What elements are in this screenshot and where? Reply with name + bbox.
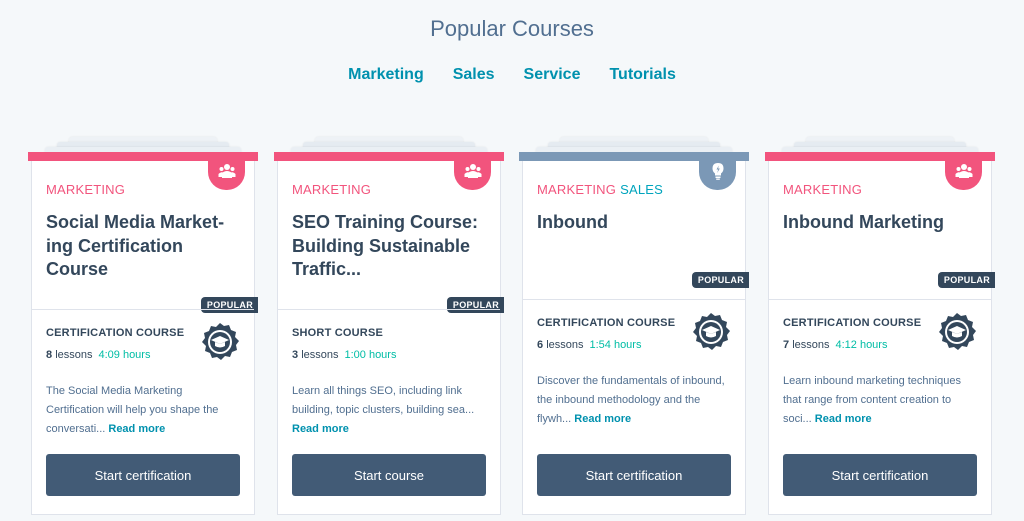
course-hours: 4:12 hours <box>835 339 888 351</box>
course-meta: 8 lessons 4:09 hours <box>46 349 151 361</box>
people-icon <box>208 152 245 190</box>
tab-service[interactable]: Service <box>524 66 581 84</box>
course-type: CERTIFICATION COURSE <box>783 317 922 329</box>
start-certification-button[interactable]: Start certification <box>783 454 977 496</box>
category-tabs: Marketing Sales Service Tutorials <box>0 66 1024 84</box>
category-labels: MARKETING <box>292 182 375 197</box>
category-marketing: MARKETING <box>783 182 863 197</box>
course-card[interactable]: MARKETING SALES Inbound POPULAR CERTIFICA… <box>519 137 749 515</box>
category-labels: MARKETING SALES <box>537 182 667 197</box>
course-meta: 3 lessons 1:00 hours <box>292 349 397 361</box>
read-more-link[interactable]: Read more <box>292 423 349 435</box>
course-title: Social Media Market-ing Certification Co… <box>46 212 225 279</box>
category-labels: MARKETING <box>783 182 866 197</box>
course-description: The Social Media Marketing Certification… <box>46 385 219 435</box>
course-card[interactable]: MARKETING SEO Training Course: Building … <box>274 137 504 515</box>
popular-badge: POPULAR <box>937 272 995 288</box>
course-hours: 1:54 hours <box>589 339 642 351</box>
tab-sales[interactable]: Sales <box>453 66 495 84</box>
tab-marketing[interactable]: Marketing <box>348 66 424 84</box>
course-title: Inbound <box>537 212 608 232</box>
course-card[interactable]: MARKETING Social Media Market-ing Certif… <box>28 137 258 515</box>
course-title: Inbound Marketing <box>783 212 944 232</box>
popular-badge: POPULAR <box>691 272 749 288</box>
start-certification-button[interactable]: Start certification <box>46 454 240 496</box>
course-card[interactable]: MARKETING Inbound Marketing POPULAR CERT… <box>765 137 995 515</box>
course-description: Learn inbound marketing techniques that … <box>783 375 961 425</box>
course-description: Discover the fundamentals of inbound, th… <box>537 375 725 425</box>
certification-seal-icon <box>202 323 239 360</box>
people-icon <box>945 152 982 190</box>
read-more-link[interactable]: Read more <box>815 413 872 425</box>
page-title: Popular Courses <box>430 16 594 41</box>
course-type: CERTIFICATION COURSE <box>537 317 676 329</box>
category-marketing: MARKETING <box>46 182 126 197</box>
course-title: SEO Training Course: Building Sustainabl… <box>292 212 479 279</box>
course-type: SHORT COURSE <box>292 327 384 339</box>
category-marketing: MARKETING <box>292 182 372 197</box>
course-type: CERTIFICATION COURSE <box>46 327 185 339</box>
course-hours: 4:09 hours <box>98 349 151 361</box>
lightbulb-icon <box>699 152 736 190</box>
category-sales: SALES <box>620 182 664 197</box>
popular-badge: POPULAR <box>200 297 258 313</box>
read-more-link[interactable]: Read more <box>108 423 165 435</box>
course-hours: 1:00 hours <box>344 349 397 361</box>
category-marketing: MARKETING <box>537 182 617 197</box>
popular-badge: POPULAR <box>446 297 504 313</box>
start-course-button[interactable]: Start course <box>292 454 486 496</box>
people-icon <box>454 152 491 190</box>
tab-tutorials[interactable]: Tutorials <box>609 66 675 84</box>
category-labels: MARKETING <box>46 182 129 197</box>
start-certification-button[interactable]: Start certification <box>537 454 731 496</box>
course-description: Learn all things SEO, including link bui… <box>292 385 475 435</box>
certification-seal-icon <box>939 313 976 350</box>
read-more-link[interactable]: Read more <box>574 413 631 425</box>
course-meta: 7 lessons 4:12 hours <box>783 339 888 351</box>
course-meta: 6 lessons 1:54 hours <box>537 339 642 351</box>
certification-seal-icon <box>693 313 730 350</box>
